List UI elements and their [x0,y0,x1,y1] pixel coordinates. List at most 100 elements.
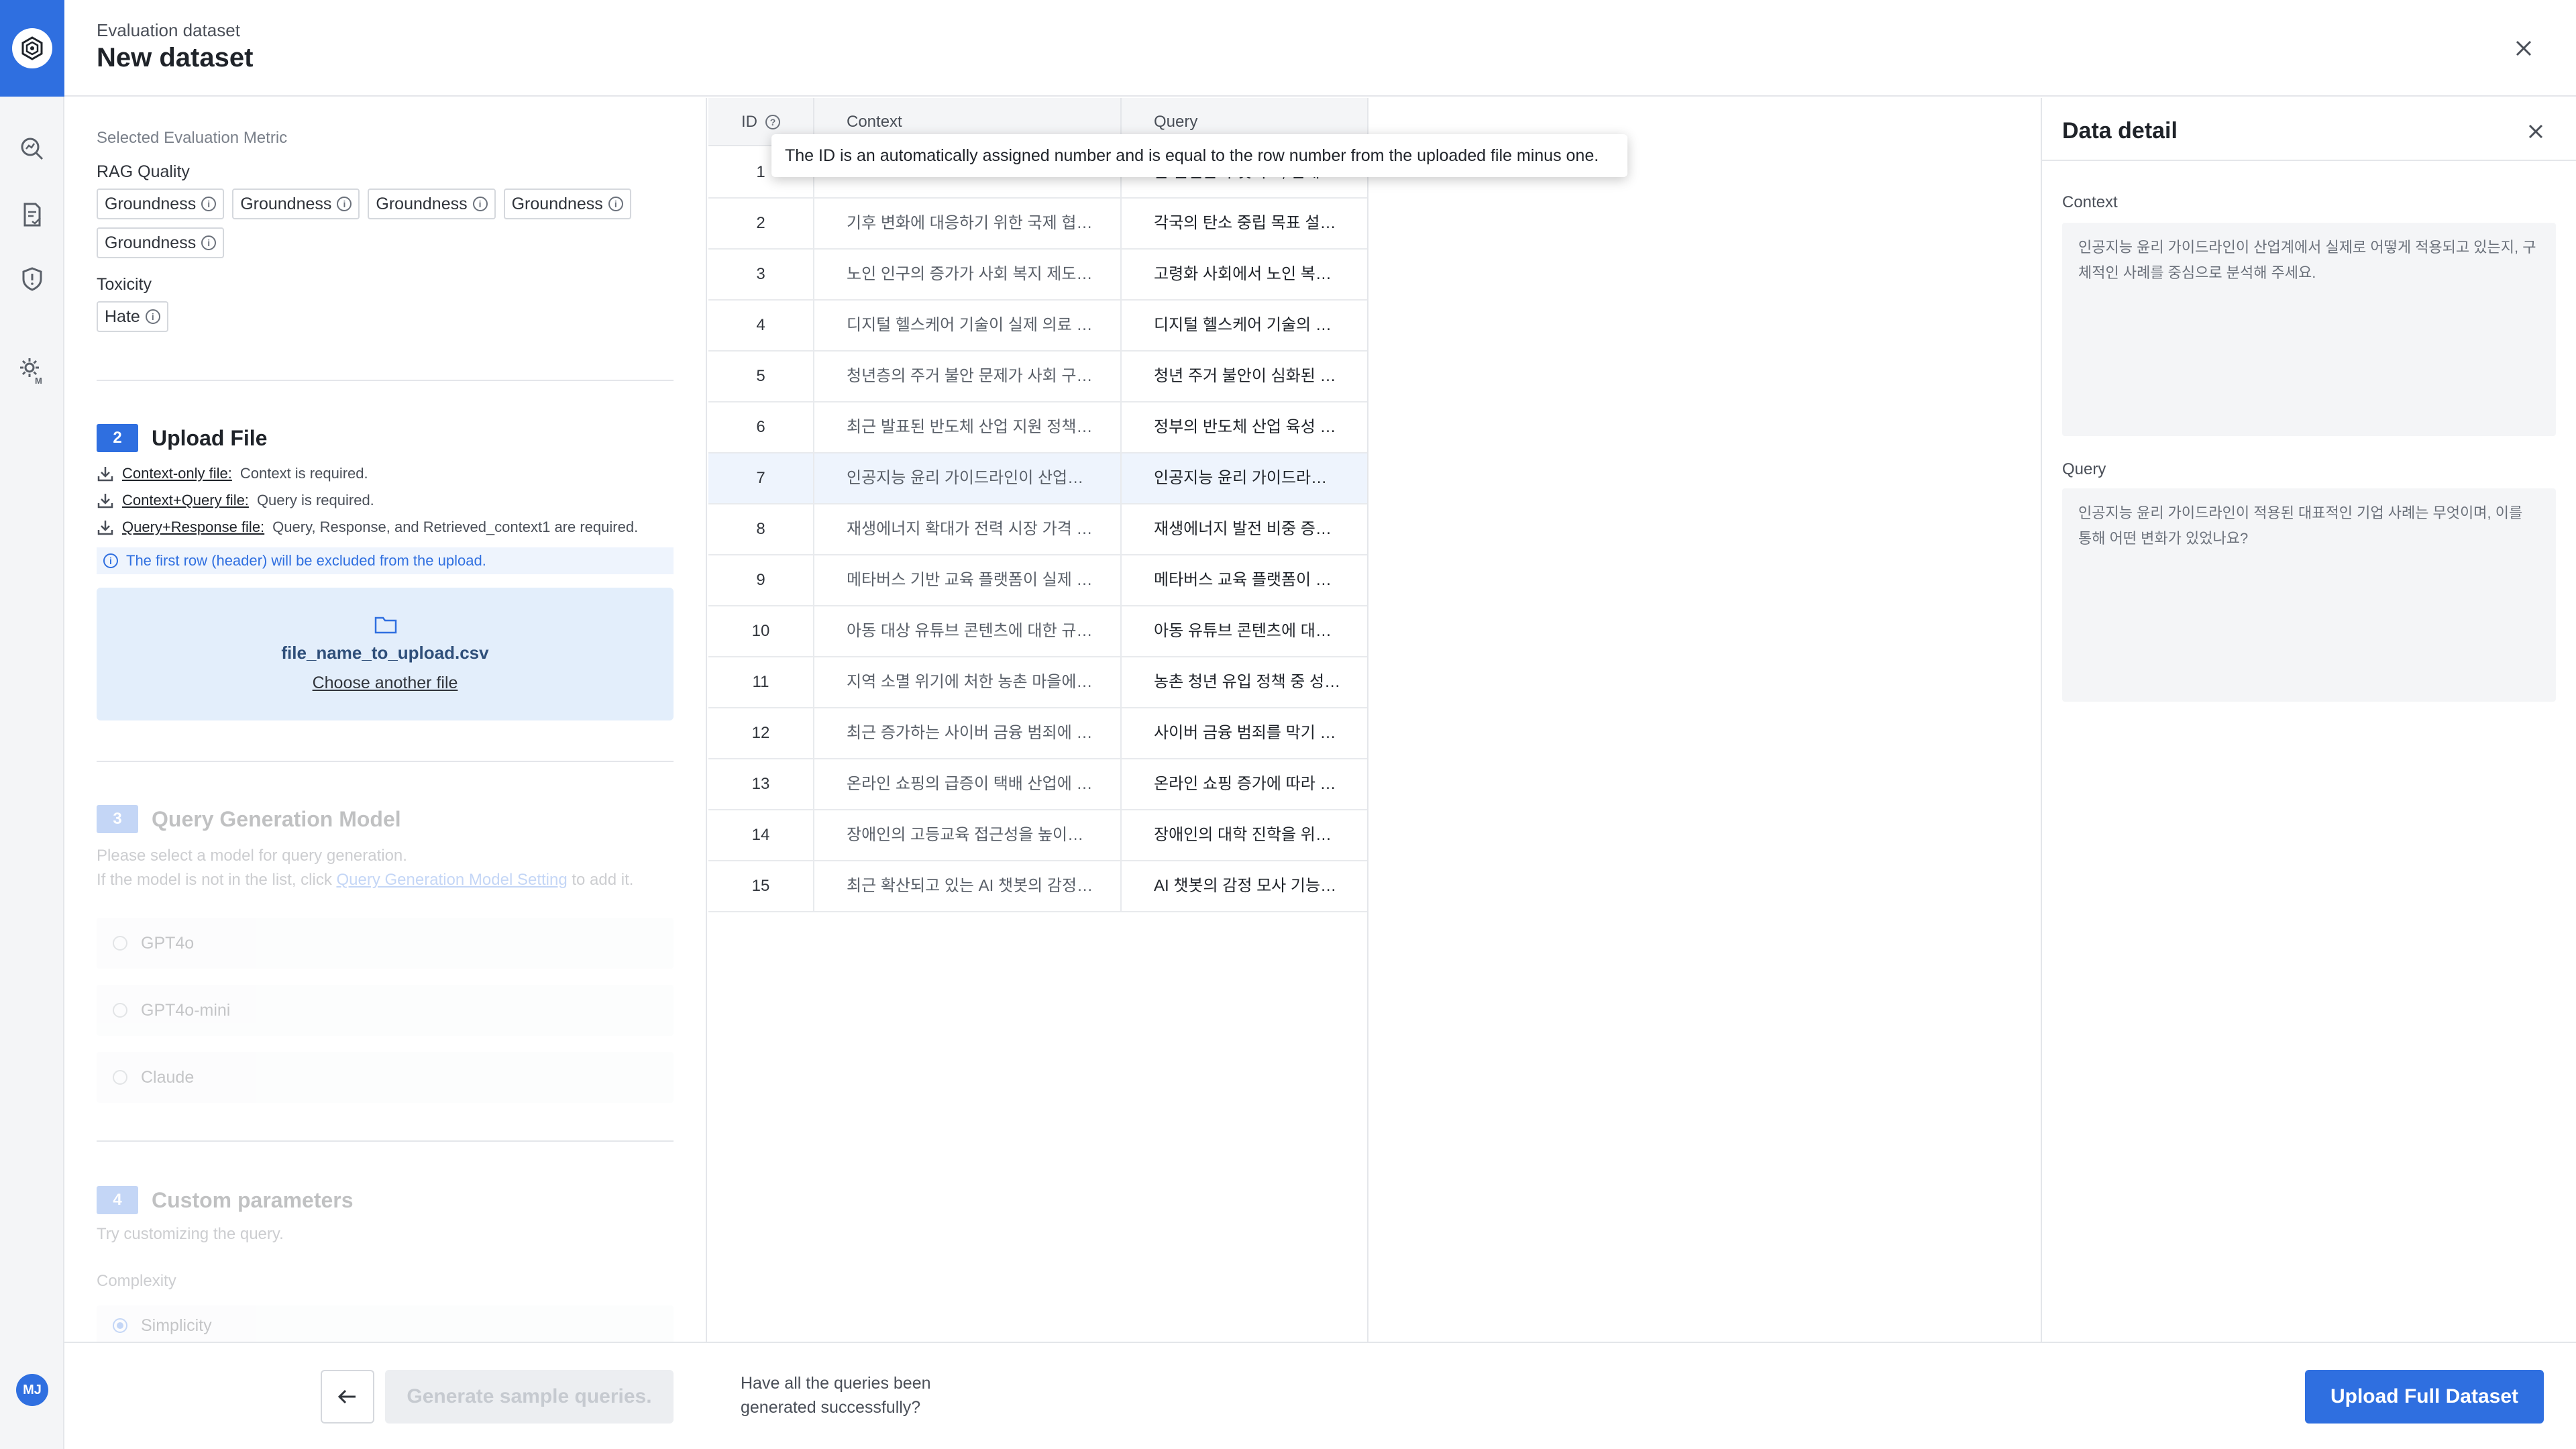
table-row[interactable]: 3노인 인구의 증가가 사회 복지 제도에 미치는 영향을 분석하고, 고령화 … [708,250,1367,301]
help-icon[interactable]: ? [765,115,780,129]
metric-chip[interactable]: Groundness i [368,189,496,219]
cell-id: 3 [708,250,814,299]
info-icon[interactable]: i [201,197,217,211]
user-avatar[interactable]: MJ [16,1374,48,1406]
download-link[interactable]: Context+Query file: [122,492,249,509]
cell-context: 청년층의 주거 불안 문제가 사회 구조적으로 어떻게 형성되었는지와 이를 완… [814,352,1122,401]
table-row[interactable]: 12최근 증가하는 사이버 금융 범죄에 대응하기 위해 도입된 보안 기술과 … [708,708,1367,759]
table-row[interactable]: 15최근 확산되고 있는 AI 챗봇의 감정 모사 기능이 사용자 경험에 어떤… [708,861,1368,912]
metric-chip[interactable]: Hate i [97,301,168,332]
back-button[interactable] [321,1370,374,1424]
table-row[interactable]: 2기후 변화에 대응하기 위한 국제 협력 방안과 각국의 탄소 중립 정책 차… [708,199,1368,250]
cell-query: 고령화 사회에서 노인 복지 지출은 어떤 방식으로 증가하고 있으며, 이를 … [1154,265,1367,283]
cell-id: 15 [708,861,814,911]
metric-chips: Groundness i Groundness i Groundness i Grou… [97,189,674,258]
file-dropzone[interactable]: file_name_to_upload.csv Choose another f… [97,588,674,720]
step-number: 4 [97,1186,138,1214]
cell-query: 각국의 탄소 중립 목표 설정과 실현 전략은 어떻게 다르고, 국제 협력에서… [1154,214,1368,232]
complexity-label: Complexity [97,1272,176,1290]
metric-chip[interactable]: Groundness i [232,189,360,219]
info-icon[interactable]: i [145,309,160,324]
cell-query: 온라인 쇼핑 증가에 따라 택배 산업은 어떻게 변화했고, 특히 노동자들의 … [1154,775,1368,793]
shield-alert-icon[interactable] [16,263,48,295]
table-row[interactable]: 6최근 발표된 반도체 산업 지원 정책의 주요 내용과 이에 따른 국내 기업… [708,402,1367,453]
model-option-gpt4o-mini[interactable]: GPT4o-mini [97,985,674,1036]
footer-bar: Generate sample queries. Have all the qu… [64,1342,2576,1449]
upload-step-header: 2 Upload File [97,424,674,452]
download-icon[interactable] [97,492,114,509]
metric-chip[interactable]: Groundness i [503,189,631,219]
generate-queries-button[interactable]: Generate sample queries. [385,1370,674,1424]
upload-full-dataset-button[interactable]: Upload Full Dataset [2305,1370,2544,1424]
table-row[interactable]: 9메타버스 기반 교육 플랫폼이 실제 학습자의 몰입도와 학업 성취에 어떤 … [708,555,1367,606]
metric-chip[interactable]: Groundness i [97,189,225,219]
cell-context: 디지털 헬스케어 기술이 실제 의료 현장에서 어떻게 활용되고 있는지, 그 … [814,301,1122,350]
cell-id: 13 [708,759,814,809]
folder-icon [374,616,397,634]
choose-file-link[interactable]: Choose another file [97,674,674,693]
table-row[interactable]: 13온라인 쇼핑의 급증이 택배 산업에 미친 영향과 택배 노동자의 근무 환… [708,759,1368,810]
table-body: 1는 원인은 무엇이고, 현재 시행 중인 대표적인 안전 대책은 무엇인가요?… [708,148,1368,912]
table-row[interactable]: 5청년층의 주거 불안 문제가 사회 구조적으로 어떻게 형성되었는지와 이를 … [708,352,1367,402]
query-field[interactable]: 인공지능 윤리 가이드라인이 적용된 대표적인 기업 사례는 무엇이며, 이를 … [2062,488,2556,702]
table-row[interactable]: 11지역 소멸 위기에 처한 농촌 마을에서 청년 유입을 유도하기 위한 정책… [708,657,1368,708]
app-logo[interactable] [0,0,64,97]
cell-id: 10 [708,606,814,656]
cell-context: 기후 변화에 대응하기 위한 국제 협력 방안과 각국의 탄소 중립 정책 차이… [814,199,1122,248]
download-icon[interactable] [97,465,114,482]
cell-id: 4 [708,301,814,350]
table-row[interactable]: 14장애인의 고등교육 접근성을 높이기 위해 시행된 제도들의 효과와 한계에… [708,810,1367,861]
info-icon: i [103,553,118,568]
detail-title: Data detail [2062,118,2178,144]
context-field[interactable]: 인공지능 윤리 가이드라인이 산업계에서 실제로 어떻게 적용되고 있는지, 구… [2062,223,2556,436]
table-row[interactable]: 4디지털 헬스케어 기술이 실제 의료 현장에서 어떻게 활용되고 있는지, 그… [708,301,1367,352]
info-icon[interactable]: i [608,197,623,211]
divider [97,380,674,381]
radio-button[interactable] [113,1318,127,1333]
download-link[interactable]: Query+Response file: [122,519,264,536]
radio-button[interactable] [113,936,127,951]
analytics-search-icon[interactable] [16,133,48,165]
page-header: Evaluation dataset New dataset [64,0,2576,97]
cell-query: AI 챗봇의 감정 모사 기능이 사용자에게 긍정적인 경험을 제공한 사례와 … [1154,877,1368,895]
cell-query: 아동 유튜브 콘텐츠에 대한 규제 강화 이후, 콘텐츠 제작자들이 보인 전략… [1154,622,1367,640]
id-tooltip: The ID is an automatically assigned numb… [771,134,1627,177]
settings-panel: Selected Evaluation Metric RAG Quality G… [64,98,707,1342]
arrow-left-icon [337,1389,356,1404]
info-icon[interactable]: i [201,235,217,250]
cell-query: 농촌 청년 유입 정책 중 성공적으로 평가받는 사례는 어떤 것이 있고, 그… [1154,673,1368,691]
cell-context: 지역 소멸 위기에 처한 농촌 마을에서 청년 유입을 유도하기 위한 정책 실… [814,657,1122,707]
model-setting-link[interactable]: Query Generation Model Setting [336,871,567,889]
cell-query: 인공지능 윤리 가이드라인이 적용된 대표적인 기업 사례는 무엇이며, 이를 … [1154,469,1367,487]
cell-context: 노인 인구의 증가가 사회 복지 제도에 미치는 영향을 분석하고, 고령화 사… [814,250,1122,299]
step-title: Custom parameters [152,1187,354,1212]
download-icon[interactable] [97,519,114,536]
uploaded-file-name: file_name_to_upload.csv [281,643,489,663]
model-settings-icon[interactable]: M [16,354,48,386]
table-row[interactable]: 10아동 대상 유튜브 콘텐츠에 대한 규제가 강화된 이후 콘텐츠 제작자들이… [708,606,1367,657]
cell-id: 7 [708,453,814,503]
radio-button[interactable] [113,1003,127,1018]
step-number: 3 [97,805,138,833]
table-row[interactable]: 8재생에너지 확대가 전력 시장 가격 변동성에 어떤 영향을 미쳤는지, 최근… [708,504,1367,555]
close-icon[interactable] [2509,34,2538,63]
info-icon[interactable]: i [472,197,488,211]
cell-query: 장애인의 대학 진학을 위한 제도 중 실질적인 도움이 되었던 정책은 무엇이… [1154,826,1367,844]
info-icon[interactable]: i [337,197,352,211]
complexity-option[interactable]: Simplicity [97,1305,674,1342]
close-icon[interactable] [2522,118,2549,145]
table-row[interactable]: 7인공지능 윤리 가이드라인이 산업계에서 실제로 어떻게 적용되고 있는지, … [708,453,1367,504]
cell-id: 9 [708,555,814,605]
radio-button[interactable] [113,1070,127,1085]
dataset-table: ID ? Context Query 1는 원인은 무엇이고, 현재 시행 중인… [708,98,1368,1342]
upload-notice: i The first row (header) will be exclude… [97,547,674,574]
model-option-gpt4o[interactable]: GPT4o [97,918,674,969]
download-link[interactable]: Context-only file: [122,465,232,482]
step-number: 2 [97,424,138,452]
document-check-icon[interactable] [16,199,48,231]
divider [97,1140,674,1142]
file-type-row: Context-only file: Context is required. [97,460,674,487]
metric-chip[interactable]: Groundness i [97,227,225,258]
custom-params-step-header: 4 Custom parameters [97,1186,674,1214]
model-option-claude[interactable]: Claude [97,1052,674,1103]
